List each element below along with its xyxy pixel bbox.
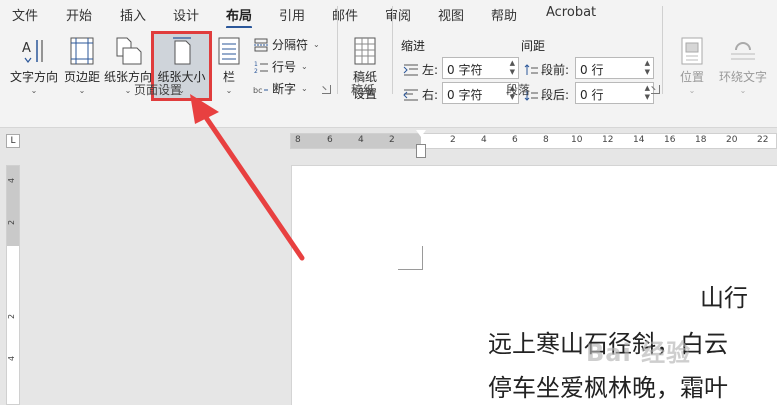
annotation-arrow bbox=[190, 94, 305, 261]
